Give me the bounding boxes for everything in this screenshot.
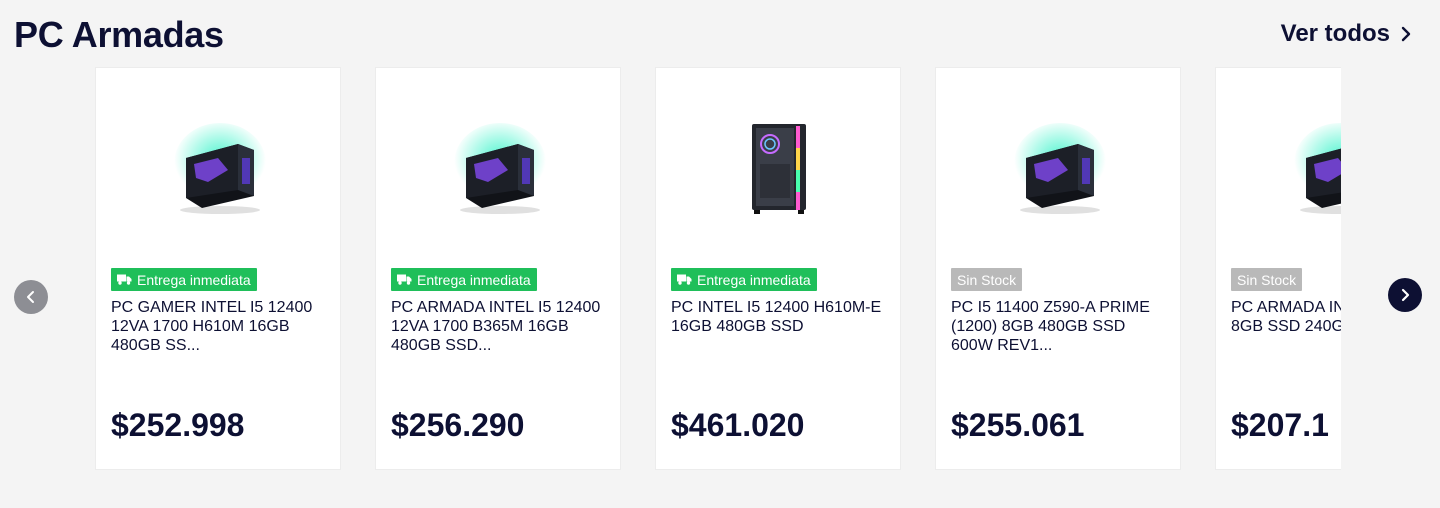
stock-badge: Entrega inmediata — [111, 268, 257, 291]
stock-badge: Sin Stock — [1231, 268, 1303, 291]
product-price: $256.290 — [391, 407, 525, 443]
stock-badge: Sin Stock — [951, 268, 1023, 291]
stock-badge-label: Sin Stock — [1237, 271, 1297, 288]
product-image[interactable] — [1216, 68, 1341, 268]
stock-badge-label: Sin Stock — [957, 271, 1017, 288]
product-name[interactable]: PC ARMADA IN 8GB SSD 240G — [1231, 298, 1341, 336]
stock-badge: Entrega inmediata — [391, 268, 537, 291]
product-name[interactable]: PC I5 11400 Z590-A PRIME (1200) 8GB 480G… — [951, 298, 1166, 355]
carousel-prev-button[interactable] — [14, 280, 48, 314]
chevron-right-icon — [1400, 23, 1414, 45]
product-card[interactable]: Entrega inmediata PC GAMER INTEL I5 12400… — [95, 67, 341, 470]
product-image[interactable] — [96, 68, 340, 268]
product-name[interactable]: PC ARMADA INTEL I5 12400 12VA 1700 B365M… — [391, 298, 606, 355]
truck-icon — [117, 274, 132, 285]
product-card[interactable]: Sin Stock PC I5 11400 Z590-A PRIME (1200)… — [935, 67, 1181, 470]
product-name[interactable]: PC GAMER INTEL I5 12400 12VA 1700 H610M … — [111, 298, 326, 355]
section-title: PC Armadas — [14, 14, 224, 55]
product-price: $252.998 — [111, 407, 245, 443]
carousel-next-button[interactable] — [1388, 278, 1422, 312]
product-card[interactable]: Sin Stock PC ARMADA IN 8GB SSD 240G $207.1 — [1215, 67, 1341, 470]
product-card[interactable]: Entrega inmediata PC INTEL I5 12400 H610M… — [655, 67, 901, 470]
product-card[interactable]: Entrega inmediata PC ARMADA INTEL I5 1240… — [375, 67, 621, 470]
truck-icon — [397, 274, 412, 285]
product-price: $207.1 — [1231, 407, 1329, 443]
product-price: $461.020 — [671, 407, 805, 443]
product-name[interactable]: PC INTEL I5 12400 H610M-E 16GB 480GB SSD — [671, 298, 886, 336]
see-all-label: Ver todos — [1280, 20, 1390, 47]
stock-badge-label: Entrega inmediata — [137, 271, 251, 288]
product-carousel[interactable]: Entrega inmediata PC GAMER INTEL I5 12400… — [95, 67, 1341, 470]
product-image[interactable] — [376, 68, 620, 268]
stock-badge-label: Entrega inmediata — [417, 271, 531, 288]
chevron-right-icon — [1401, 288, 1410, 302]
stock-badge-label: Entrega inmediata — [697, 271, 811, 288]
product-price: $255.061 — [951, 407, 1085, 443]
product-image[interactable] — [936, 68, 1180, 268]
product-image[interactable] — [656, 68, 900, 268]
stock-badge: Entrega inmediata — [671, 268, 817, 291]
truck-icon — [677, 274, 692, 285]
chevron-left-icon — [27, 291, 34, 303]
see-all-link[interactable]: Ver todos — [1281, 20, 1414, 48]
